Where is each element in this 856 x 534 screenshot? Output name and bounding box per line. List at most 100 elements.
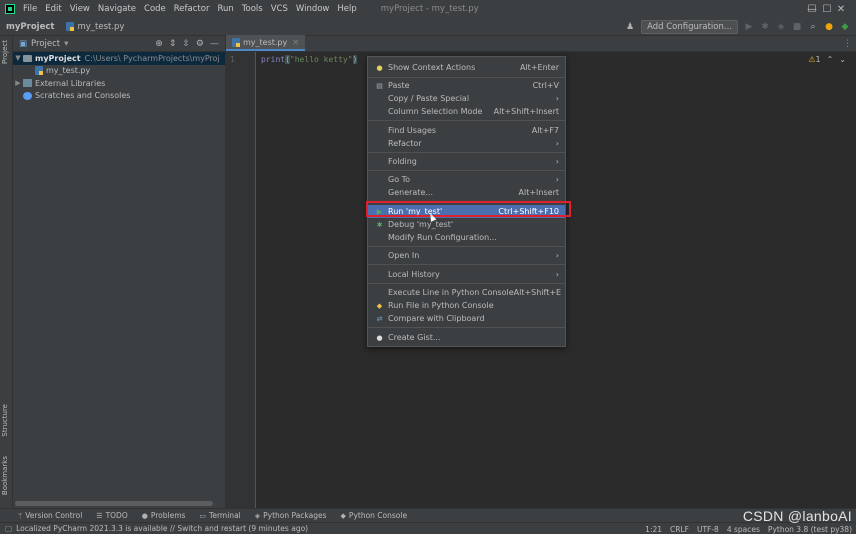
menu-code[interactable]: Code	[140, 4, 170, 14]
menu-item-modify-run-configuration[interactable]: Modify Run Configuration...	[368, 231, 565, 244]
menu-item-execute-line[interactable]: Execute Line in Python Console Alt+Shift…	[368, 286, 565, 299]
menu-separator	[368, 327, 565, 328]
python-file-icon	[232, 37, 240, 47]
python-interpreter[interactable]: Python 3.8 (test py38)	[768, 525, 852, 534]
breadcrumb-file[interactable]: my_test.py	[60, 21, 130, 32]
file-encoding[interactable]: UTF-8	[697, 525, 719, 534]
warning-indicator[interactable]: ⚠1	[808, 55, 820, 64]
menu-window[interactable]: Window	[292, 4, 334, 14]
code-line[interactable]: print("hello ketty")	[261, 55, 358, 64]
project-tool-tab[interactable]: Project	[1, 40, 9, 64]
tool-todo[interactable]: ☰ TODO	[96, 511, 127, 520]
menu-item-go-to[interactable]: Go To ›	[368, 173, 565, 186]
menu-refactor[interactable]: Refactor	[170, 4, 214, 14]
search-icon[interactable]: ⌕	[808, 22, 818, 32]
editor-tab-bar: my_test.py ✕ ⋮	[226, 35, 856, 52]
hide-icon[interactable]: —	[210, 39, 219, 49]
code-close-paren: )	[352, 55, 358, 64]
menu-item-copy-paste-special[interactable]: Copy / Paste Special ›	[368, 92, 565, 105]
stop-icon[interactable]: ■	[792, 22, 802, 32]
menu-item-open-in[interactable]: Open In ›	[368, 249, 565, 262]
menu-view[interactable]: View	[66, 4, 94, 14]
run-icon[interactable]: ▶	[744, 22, 754, 32]
menu-item-folding[interactable]: Folding ›	[368, 155, 565, 168]
chevron-down-icon[interactable]: ▾	[64, 39, 68, 49]
window-title: myProject - my_test.py	[380, 4, 479, 14]
add-configuration-button[interactable]: Add Configuration...	[641, 20, 738, 34]
chevron-right-icon: ›	[555, 93, 559, 103]
menu-item-show-context-actions[interactable]: ● Show Context Actions Alt+Enter	[368, 61, 565, 74]
close-icon[interactable]: ✕	[292, 38, 299, 47]
menu-item-local-history[interactable]: Local History ›	[368, 268, 565, 281]
tree-item-project[interactable]: ▼ myProject C:\Users\ PycharmProjects\my…	[13, 52, 225, 65]
menu-item-label: Column Selection Mode	[388, 106, 483, 116]
tool-terminal[interactable]: ▭ Terminal	[199, 511, 240, 520]
chevron-right-icon: ›	[555, 174, 559, 184]
menu-item-refactor[interactable]: Refactor ›	[368, 137, 565, 150]
tool-problems[interactable]: ● Problems	[142, 511, 186, 520]
menu-item-run-file-in-console[interactable]: ◆ Run File in Python Console	[368, 299, 565, 312]
menu-separator	[368, 120, 565, 121]
menu-item-label: Refactor	[388, 138, 422, 148]
gear-icon[interactable]: ⚙	[196, 39, 204, 49]
chevron-up-icon[interactable]: ⌃	[827, 55, 834, 64]
tool-label: Terminal	[209, 511, 241, 520]
editor-tab-my-test[interactable]: my_test.py ✕	[226, 35, 305, 51]
menu-item-create-gist[interactable]: ● Create Gist...	[368, 331, 565, 344]
library-icon	[23, 79, 32, 88]
expand-all-icon[interactable]: ⇕	[169, 39, 177, 49]
project-panel-title[interactable]: Project	[31, 39, 60, 49]
maximize-button[interactable]: ☐	[812, 0, 842, 18]
tool-python-packages[interactable]: ◈ Python Packages	[255, 511, 327, 520]
menu-separator	[368, 283, 565, 284]
tool-label: Version Control	[25, 511, 83, 520]
indent-setting[interactable]: 4 spaces	[727, 525, 760, 534]
menu-item-find-usages[interactable]: Find Usages Alt+F7	[368, 124, 565, 137]
menu-item-label: Generate...	[388, 187, 433, 197]
update-icon[interactable]: ●	[824, 22, 834, 32]
menu-item-label: Paste	[388, 80, 410, 90]
tree-item-file[interactable]: my_test.py	[13, 65, 225, 78]
chevron-down-icon[interactable]: ⌄	[839, 55, 846, 64]
menu-item-generate[interactable]: Generate... Alt+Insert	[368, 186, 565, 199]
menu-navigate[interactable]: Navigate	[94, 4, 140, 14]
branch-icon: ᛘ	[18, 511, 23, 520]
more-icon[interactable]: ⋮	[843, 39, 852, 49]
coverage-icon[interactable]: ◈	[776, 22, 786, 32]
status-message[interactable]: Localized PyCharm 2021.3.3 is available …	[16, 524, 308, 533]
chevron-right-icon[interactable]: ▶	[13, 79, 23, 87]
menu-help[interactable]: Help	[333, 4, 360, 14]
user-icon[interactable]: ♟	[625, 22, 635, 32]
horizontal-scrollbar[interactable]	[15, 501, 213, 506]
locate-icon[interactable]: ⊕	[155, 39, 163, 49]
caret-position[interactable]: 1:21	[645, 525, 662, 534]
plugin-icon[interactable]: ◆	[840, 22, 850, 32]
menu-item-column-selection-mode[interactable]: Column Selection Mode Alt+Shift+Insert	[368, 105, 565, 118]
menu-edit[interactable]: Edit	[41, 4, 65, 14]
list-icon: ☰	[96, 511, 103, 520]
menu-item-compare-with-clipboard[interactable]: ⇄ Compare with Clipboard	[368, 312, 565, 325]
menu-tools[interactable]: Tools	[238, 4, 267, 14]
menu-item-debug[interactable]: ✱ Debug 'my_test'	[368, 218, 565, 231]
debug-icon[interactable]: ✱	[760, 22, 770, 32]
tree-item-scratches[interactable]: Scratches and Consoles	[13, 90, 225, 103]
menu-item-paste[interactable]: ▤ Paste Ctrl+V	[368, 79, 565, 92]
breadcrumb-project[interactable]: myProject	[0, 22, 60, 32]
chevron-right-icon: ›	[555, 156, 559, 166]
notification-icon[interactable]: ▢	[5, 524, 12, 533]
line-separator[interactable]: CRLF	[670, 525, 689, 534]
bookmarks-tool-tab[interactable]: Bookmarks	[1, 456, 9, 495]
python-file-icon	[66, 21, 75, 31]
menu-vcs[interactable]: VCS	[267, 4, 292, 14]
menu-run[interactable]: Run	[213, 4, 237, 14]
inspection-widget[interactable]: ⚠1 ⌃ ⌄	[808, 55, 846, 64]
tool-version-control[interactable]: ᛘ Version Control	[18, 511, 82, 520]
structure-tool-tab[interactable]: Structure	[1, 404, 9, 437]
chevron-down-icon[interactable]: ▼	[13, 54, 23, 62]
menu-file[interactable]: File	[19, 4, 41, 14]
collapse-all-icon[interactable]: ⇳	[182, 39, 190, 49]
tool-python-console[interactable]: ◆ Python Console	[341, 511, 408, 520]
tree-item-external-libraries[interactable]: ▶ External Libraries	[13, 77, 225, 90]
editor-tab-label: my_test.py	[243, 37, 288, 47]
tool-label: TODO	[105, 511, 128, 520]
